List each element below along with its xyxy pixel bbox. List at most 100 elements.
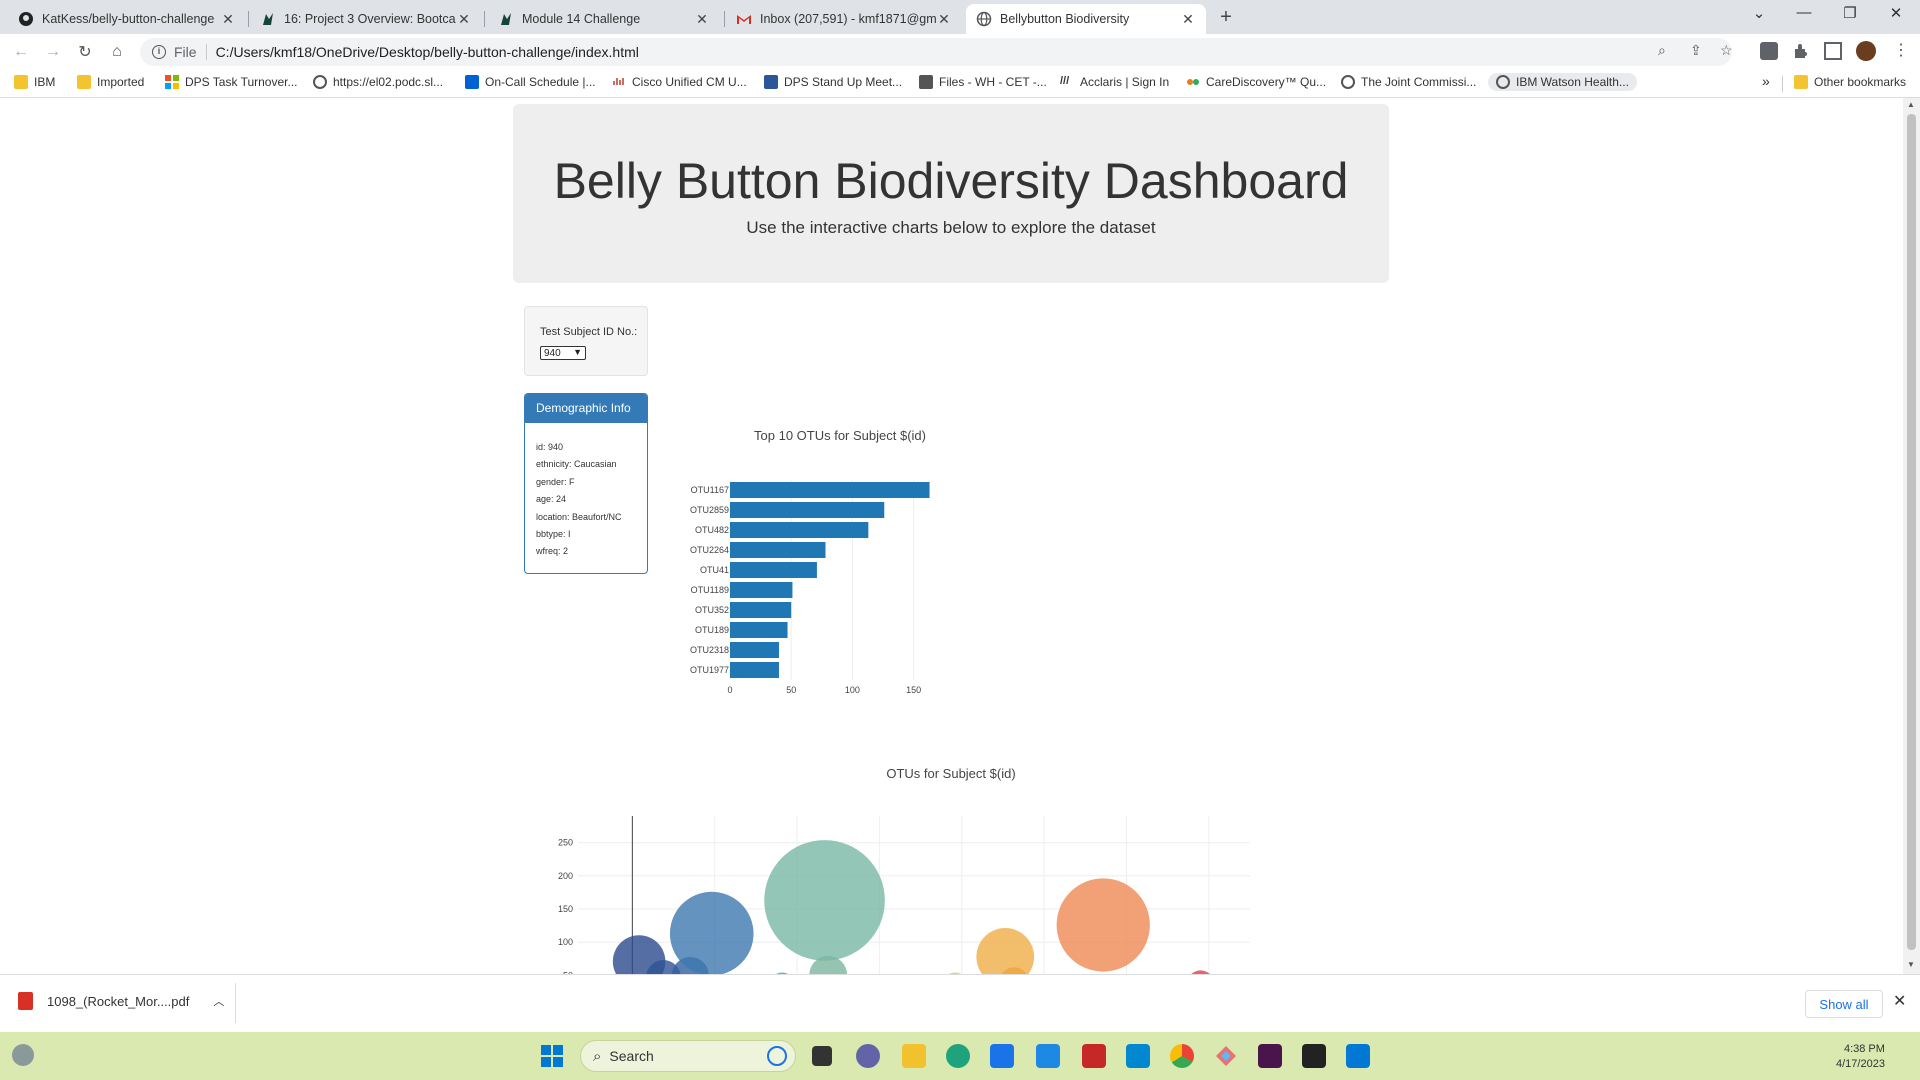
close-download-bar-icon[interactable]: ✕ (1893, 991, 1906, 1011)
bar (730, 582, 793, 598)
globe-icon (1496, 75, 1510, 89)
close-icon[interactable]: ✕ (456, 11, 472, 28)
bookmark-cisco[interactable]: Cisco Unified CM U... (612, 75, 747, 89)
scrollbar-thumb[interactable] (1907, 114, 1916, 950)
help-extension-icon[interactable] (1760, 42, 1778, 60)
bookmark-dps-standup[interactable]: DPS Stand Up Meet... (764, 75, 902, 89)
system-clock[interactable]: 4:38 PM 4/17/2023 (1836, 1042, 1885, 1072)
globe-icon (1341, 75, 1355, 89)
forward-icon[interactable]: → (42, 41, 64, 63)
bookmarks-overflow-button[interactable]: » (1762, 73, 1770, 89)
mcafee-icon[interactable] (1082, 1044, 1106, 1068)
info-icon[interactable]: i (152, 45, 166, 59)
close-icon[interactable]: ✕ (1180, 11, 1196, 28)
lync-icon[interactable] (1036, 1044, 1060, 1068)
store-icon[interactable] (990, 1044, 1014, 1068)
windows-start-icon[interactable] (540, 1044, 564, 1068)
weather-widget-icon[interactable] (12, 1044, 34, 1066)
chevron-up-icon[interactable]: ︿ (213, 993, 224, 1009)
page-scrollbar[interactable]: ▲ ▼ (1903, 98, 1920, 974)
subject-select-label: Test Subject ID No.: (540, 326, 638, 338)
bookmark-joint-commission[interactable]: The Joint Commissi... (1341, 75, 1476, 89)
bar (730, 642, 779, 658)
bar-x-tick-label: 0 (727, 685, 732, 695)
reload-icon[interactable]: ↻ (74, 41, 96, 63)
download-item[interactable]: 1098_(Rocket_Mor....pdf ︿ (18, 992, 224, 1010)
close-window-button[interactable]: ✕ (1881, 4, 1911, 22)
subject-id-value: 940 (544, 347, 561, 359)
bookmark-el02[interactable]: https://el02.podc.sl... (313, 75, 443, 89)
star-icon[interactable]: ☆ (1720, 42, 1733, 59)
scroll-down-icon[interactable]: ▼ (1907, 960, 1915, 969)
tab-gmail[interactable]: Inbox (207,591) - kmf1871@gma ✕ (726, 4, 962, 34)
task-view-icon[interactable] (812, 1046, 832, 1066)
menu-icon[interactable]: ⋮ (1893, 40, 1909, 60)
bookmark-oncall[interactable]: On-Call Schedule |... (465, 75, 596, 89)
close-icon[interactable]: ✕ (220, 11, 236, 28)
bar-category-label: OTU2264 (690, 545, 729, 555)
windows-taskbar: ⌕ Search 4:38 PM 4/17/2023 (0, 1032, 1920, 1080)
terminal-icon[interactable] (1302, 1044, 1326, 1068)
scroll-up-icon[interactable]: ▲ (1907, 100, 1915, 109)
subject-id-select[interactable]: 940 ▼ (540, 346, 586, 360)
webex-icon[interactable] (1126, 1044, 1150, 1068)
demo-row-bbtype: bbtype: I (536, 528, 571, 539)
divider (235, 983, 236, 1023)
download-shelf: 1098_(Rocket_Mor....pdf ︿ Show all ✕ (0, 974, 1920, 1032)
vscode-icon[interactable] (1346, 1044, 1370, 1068)
zoom-icon[interactable]: ⌕ (1658, 42, 1666, 59)
tab-search-icon[interactable]: ⌄ (1744, 4, 1774, 22)
tab-module14[interactable]: Module 14 Challenge ✕ (488, 4, 720, 34)
browser-tab-strip: KatKess/belly-button-challenge ✕ 16: Pro… (0, 0, 1920, 34)
back-icon[interactable]: ← (10, 41, 32, 63)
taskbar-search-box[interactable]: ⌕ Search (580, 1040, 796, 1072)
bar-category-label: OTU1189 (691, 585, 729, 595)
bar (730, 482, 930, 498)
divider (1782, 76, 1783, 92)
page-subtitle: Use the interactive charts below to expl… (746, 218, 1156, 237)
minimize-button[interactable]: — (1789, 4, 1819, 21)
tab-separator (724, 11, 725, 27)
bookmark-other[interactable]: Other bookmarks (1794, 75, 1906, 89)
bubble-point (1056, 878, 1150, 972)
bubble-y-tick-label: 150 (558, 904, 573, 914)
scheme-label: File (174, 44, 197, 60)
bookmark-carediscovery[interactable]: CareDiscovery™ Qu... (1186, 75, 1326, 89)
show-all-downloads-button[interactable]: Show all (1805, 990, 1883, 1018)
bar (730, 522, 869, 538)
slack-icon[interactable] (1258, 1044, 1282, 1068)
demo-row-wfreq: wfreq: 2 (536, 546, 569, 557)
restore-button[interactable]: ❐ (1835, 4, 1865, 22)
close-icon[interactable]: ✕ (694, 11, 710, 28)
file-explorer-icon[interactable] (902, 1044, 926, 1068)
bookmark-ibm[interactable]: IBM (14, 75, 55, 89)
chrome-icon[interactable] (1170, 1044, 1194, 1068)
tab-github[interactable]: KatKess/belly-button-challenge ✕ (8, 4, 246, 34)
edge-icon[interactable] (946, 1044, 970, 1068)
bar-x-tick-label: 50 (786, 685, 796, 695)
avatar[interactable] (1856, 41, 1876, 61)
care-icon (1186, 75, 1200, 89)
bookmark-ibm-watson[interactable]: IBM Watson Health... (1488, 73, 1637, 91)
tab-project3[interactable]: 16: Project 3 Overview: Bootcamp ✕ (250, 4, 482, 34)
share-icon[interactable]: ⇪ (1690, 42, 1702, 59)
bookmark-imported[interactable]: Imported (77, 75, 144, 89)
bookmark-dps-task[interactable]: DPS Task Turnover... (165, 75, 298, 89)
home-icon[interactable]: ⌂ (106, 41, 128, 63)
url-text: C:/Users/kmf18/OneDrive/Desktop/belly-bu… (215, 44, 639, 60)
close-icon[interactable]: ✕ (936, 11, 952, 28)
side-panel-icon[interactable] (1824, 42, 1842, 60)
cisco-icon (612, 75, 626, 89)
bing-icon (767, 1046, 787, 1066)
doc-icon (764, 75, 778, 89)
address-bar[interactable]: i File C:/Users/kmf18/OneDrive/Desktop/b… (140, 38, 1732, 66)
bookmark-acclaris[interactable]: ///Acclaris | Sign In (1060, 75, 1169, 89)
new-tab-button[interactable]: + (1214, 6, 1238, 29)
box-icon (465, 75, 479, 89)
bookmark-files-wh[interactable]: Files - WH - CET -... (919, 75, 1047, 89)
tab-separator (248, 11, 249, 27)
tab-bellybutton[interactable]: Bellybutton Biodiversity ✕ (966, 4, 1206, 34)
power-automate-icon[interactable] (1214, 1044, 1238, 1068)
teams-chat-icon[interactable] (856, 1044, 880, 1068)
extensions-icon[interactable] (1792, 42, 1810, 60)
